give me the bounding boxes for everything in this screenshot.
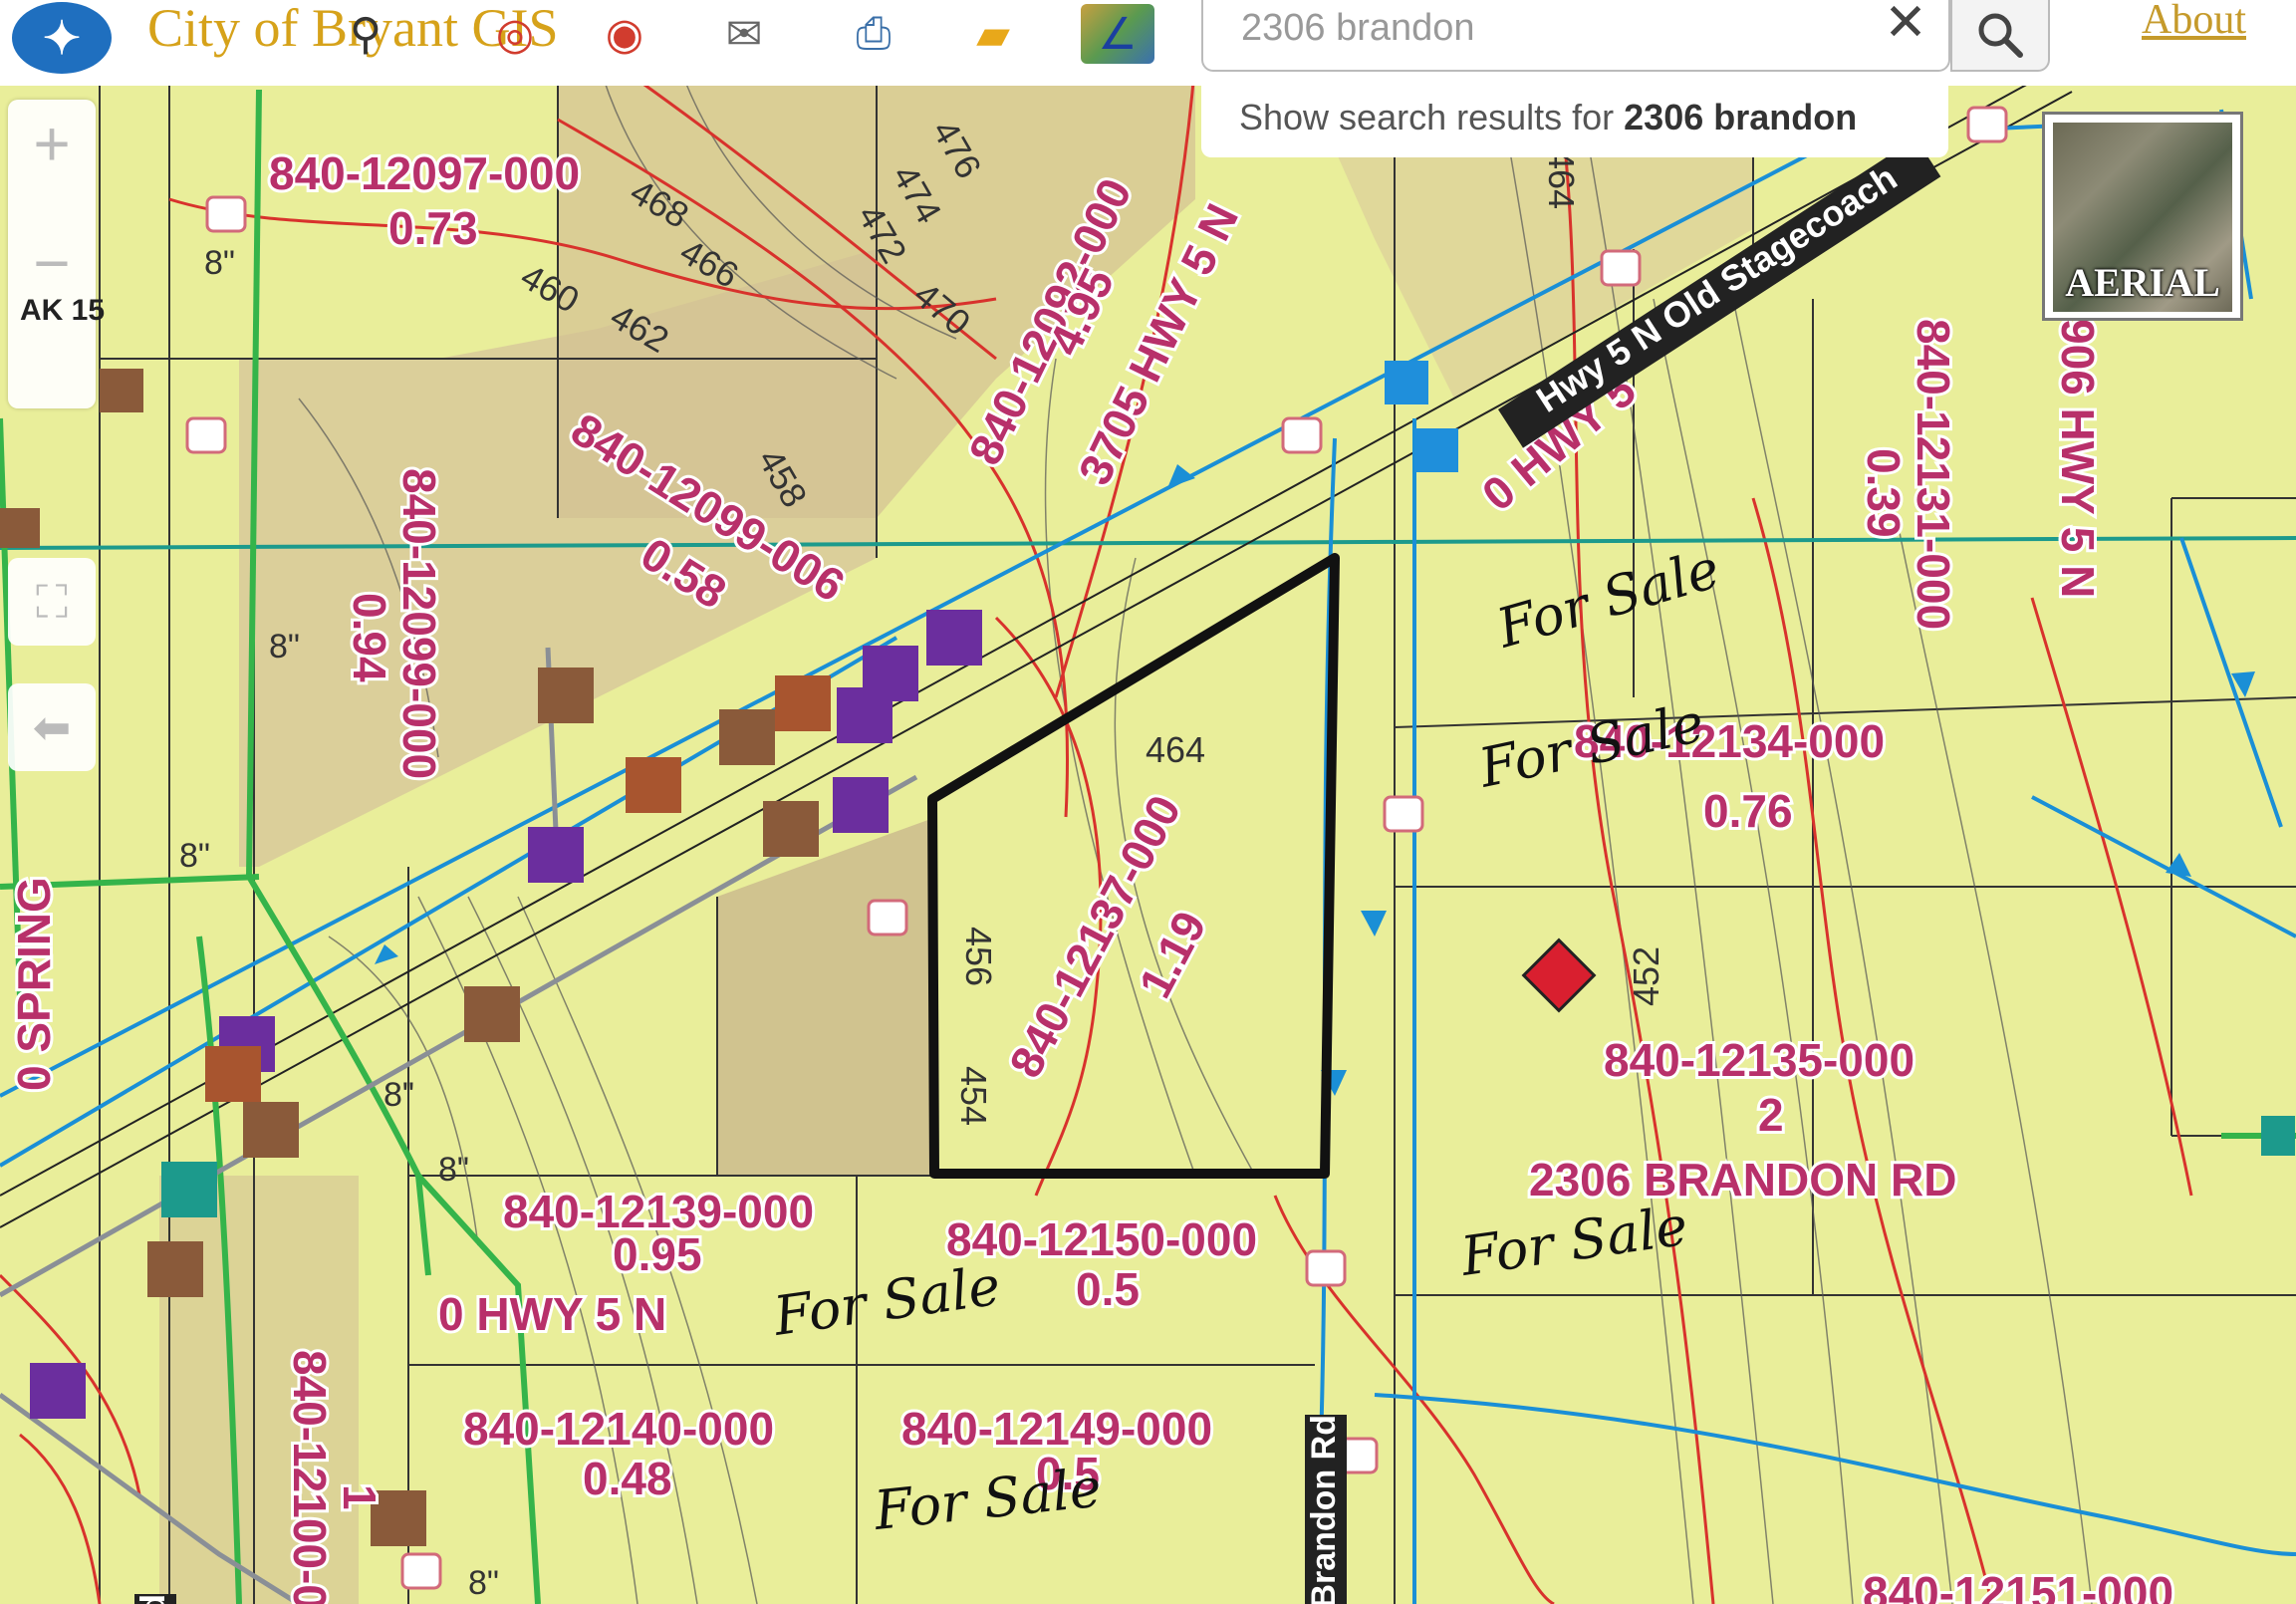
utility-node [1414, 428, 1458, 472]
aerial-toggle-button[interactable]: AERIAL [2042, 112, 2243, 321]
zoom-control: + − [8, 100, 96, 408]
road-label-brandon: Brandon Rd [1305, 1415, 1347, 1604]
scale-text: AK 15 [20, 294, 106, 327]
parcel-acres: 0.48 [583, 1453, 672, 1504]
fullscreen-button[interactable]: ⛶ [8, 558, 96, 646]
parcel-address: 2306 BRANDON RD [1529, 1154, 1956, 1205]
measure-map-icon[interactable]: ∠ [1081, 4, 1154, 64]
parcel-acres: 0.76 [1703, 785, 1793, 837]
parcel-id: 840-12099-000 [393, 468, 445, 779]
pipe-size-label: 8" [468, 1564, 499, 1602]
parcel-address: 0 HWY 5 N [438, 1288, 666, 1340]
road-label-rd: Rd [134, 1594, 176, 1604]
contour-label: 452 [1626, 946, 1666, 1006]
search-icon [1978, 13, 2023, 58]
mailbox-icon[interactable]: ✉ [707, 4, 781, 64]
aerial-label: AERIAL [2065, 260, 2220, 305]
contour-label: 456 [958, 927, 999, 986]
parcel-acres: 0.73 [388, 202, 478, 254]
clear-search-icon[interactable]: ✕ [1881, 0, 1930, 49]
road-label: Brandon Rd [1305, 1415, 1343, 1604]
road-label: Rd [134, 1594, 172, 1604]
search-box: ✕ [1201, 0, 1950, 72]
parcel-address: 906 HWY 5 N [2052, 319, 2104, 598]
top-toolbar: ✦ City of Bryant GIS ⚲ ◎ ◉ ✉ ⎙ ▰ ∠ ✕ Abo… [0, 0, 2296, 86]
pipe-size-label: 8" [269, 628, 300, 666]
map-layers-icon[interactable]: ◉ [588, 4, 661, 64]
suggestion-query: 2306 brandon [1624, 97, 1858, 137]
parcel-acres: 2 [1758, 1089, 1784, 1141]
search-button[interactable] [1950, 0, 2050, 72]
contour-label: 464 [1146, 729, 1205, 770]
parcel-address: 0 SPRING [8, 877, 60, 1091]
pipe-size-label: 8" [383, 1076, 414, 1114]
parcel-map[interactable]: 840-12097-000 0.73 840-12134-000 0.76 84… [0, 0, 2296, 1604]
parcel-id: 840-12131-000 [1908, 319, 1959, 630]
binoculars-icon[interactable]: ⚲ [329, 4, 402, 64]
back-arrow-button[interactable]: ⬅ [8, 683, 96, 771]
parcel-acres: 0.5 [1076, 1263, 1140, 1315]
utility-node [1385, 361, 1428, 404]
palette-icon[interactable]: ◎ [478, 4, 552, 64]
search-suggestion[interactable]: Show search results for 2306 brandon [1201, 78, 1948, 157]
zoom-in-button[interactable]: + [8, 100, 96, 187]
suggestion-prefix: Show search results for [1239, 97, 1625, 137]
printer-icon[interactable]: ⎙ [837, 4, 910, 64]
parcel-acres: 0.39 [1858, 448, 1910, 538]
parcel-acres: 1 [334, 1484, 385, 1510]
pipe-size-label: 8" [204, 244, 235, 282]
contour-label: 454 [953, 1066, 994, 1126]
parcel-id: 840-12097-000 [269, 147, 580, 199]
parcel-id: 840-12135-000 [1604, 1034, 1914, 1086]
parcel-id: 840-12151-000 [1863, 1567, 2173, 1604]
parcel-id: 840-12100-000 [284, 1350, 336, 1604]
pipe-size-label: 8" [179, 837, 210, 875]
about-link[interactable]: About [2142, 0, 2246, 44]
parcel-acres: 0.94 [344, 593, 395, 682]
folder-icon[interactable]: ▰ [956, 4, 1030, 64]
city-seal-icon[interactable]: ✦ [12, 2, 112, 74]
parcel-acres: 0.95 [613, 1228, 702, 1280]
search-input[interactable] [1239, 4, 1761, 52]
pipe-size-label: 8" [438, 1151, 469, 1189]
parcel-id: 840-12140-000 [463, 1403, 774, 1455]
contour-label: 464 [1541, 149, 1582, 209]
